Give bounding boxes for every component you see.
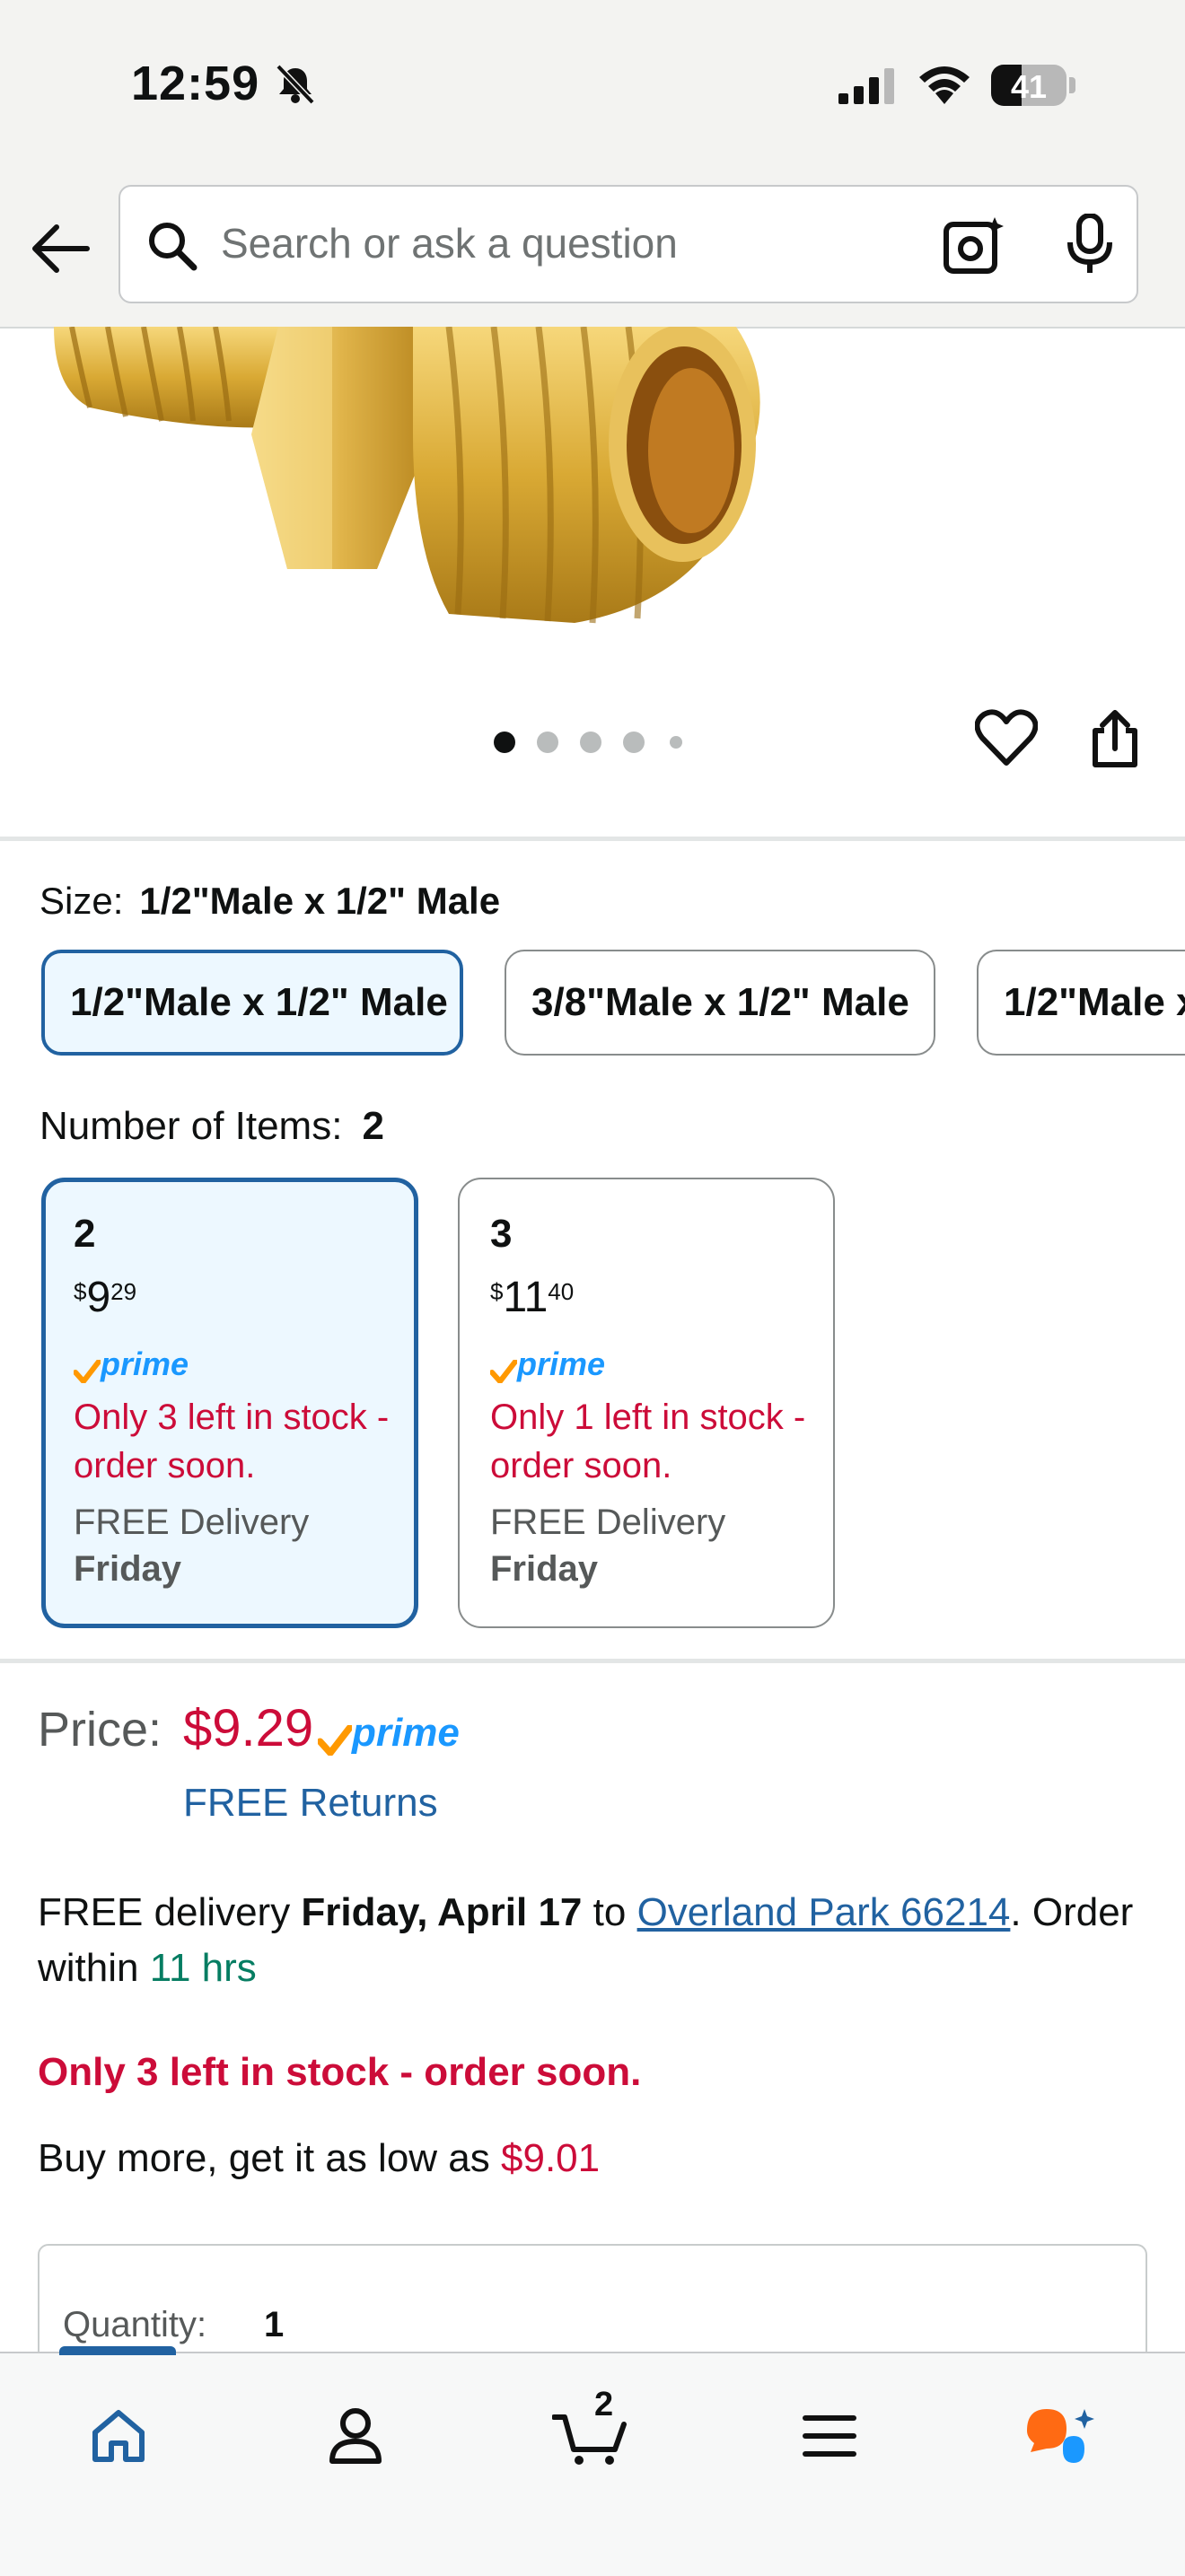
menu-icon: [803, 2415, 856, 2457]
price-label: Price:: [38, 1703, 162, 1757]
microphone-icon[interactable]: [1065, 214, 1115, 276]
cart-count-badge: 2: [594, 2386, 614, 2423]
order-time-left: 11 hrs: [149, 1946, 257, 1990]
cart-icon: [552, 2414, 627, 2465]
delivery-info: FREE delivery Friday, April 17 to Overla…: [38, 1890, 1134, 1990]
prime-check-icon: [318, 1725, 352, 1756]
back-button[interactable]: [25, 217, 93, 280]
prime-check-icon: [490, 1360, 517, 1383]
prime-badge: prime: [74, 1345, 189, 1383]
pagination-dot-2[interactable]: [537, 732, 558, 753]
pagination-dot-1[interactable]: [494, 732, 515, 753]
pagination-dot-4[interactable]: [623, 732, 645, 753]
free-returns-link[interactable]: FREE Returns: [183, 1781, 438, 1826]
delivery-date: Friday, April 17: [301, 1890, 583, 1934]
size-option-label: 1/2"Male x: [1004, 980, 1185, 1024]
nav-menu[interactable]: [785, 2391, 874, 2481]
item-price: $929: [74, 1274, 137, 1321]
search-icon: [149, 223, 198, 271]
account-icon: [329, 2408, 382, 2464]
section-divider: [0, 837, 1185, 841]
items-option-3[interactable]: 3 $1140 prime Only 1 left in stock - ord…: [458, 1178, 835, 1628]
camera-lens-icon[interactable]: [943, 215, 1005, 275]
items-option-2[interactable]: 2 $929 prime Only 3 left in stock - orde…: [41, 1178, 418, 1628]
back-arrow-icon: [32, 224, 90, 273]
buy-more-price: $9.01: [501, 2136, 601, 2180]
price-value: $9.29: [183, 1699, 314, 1757]
nav-cart[interactable]: 2: [546, 2386, 636, 2481]
buy-more-text: Buy more, get it as low as $9.01: [38, 2136, 601, 2180]
prime-badge: prime: [318, 1711, 460, 1756]
rufus-assistant-icon: [1027, 2409, 1094, 2463]
search-input[interactable]: Search or ask a question: [221, 219, 678, 267]
heart-icon[interactable]: [975, 709, 1038, 767]
bell-slash-icon: [276, 65, 315, 104]
share-icon[interactable]: [1090, 709, 1140, 768]
active-tab-indicator: [59, 2346, 176, 2355]
items-label: Number of Items:: [40, 1104, 343, 1148]
number-of-items-row: Number of Items: 2: [40, 1104, 384, 1149]
section-divider: [0, 1659, 1185, 1663]
item-count: 3: [490, 1212, 513, 1256]
size-option-3[interactable]: 1/2"Male x: [977, 950, 1185, 1056]
delivery-label: FREE Delivery: [490, 1503, 726, 1542]
item-price: $1140: [490, 1274, 575, 1321]
nav-rufus[interactable]: [1016, 2391, 1106, 2481]
delivery-location-link[interactable]: Overland Park 66214: [637, 1890, 1011, 1934]
size-option-label: 3/8"Male x 1/2" Male: [531, 980, 909, 1024]
stock-warning: Only 3 left in stock - order soon.: [74, 1398, 390, 1485]
item-count: 2: [74, 1212, 96, 1256]
quantity-label: Quantity:: [63, 2305, 207, 2344]
home-icon: [92, 2410, 145, 2462]
battery-icon: 41: [991, 65, 1075, 108]
signal-icon: [838, 68, 894, 104]
stock-warning: Only 1 left in stock - order soon.: [490, 1398, 806, 1485]
size-selected-value: 1/2"Male x 1/2" Male: [139, 880, 501, 922]
nav-home[interactable]: [74, 2391, 163, 2481]
wifi-icon: [919, 66, 970, 104]
size-option-label: 1/2"Male x 1/2" Male: [70, 980, 448, 1024]
quantity-value: 1: [264, 2305, 285, 2344]
top-bar: 12:59 41 Search or ask a question: [0, 0, 1185, 329]
pagination-dot-5[interactable]: [670, 736, 682, 749]
stock-warning: Only 3 left in stock - order soon.: [38, 2050, 642, 2094]
status-time: 12:59: [131, 57, 260, 110]
delivery-day: Friday: [490, 1549, 599, 1589]
items-selected-value: 2: [362, 1104, 384, 1148]
prime-check-icon: [74, 1360, 101, 1383]
size-selection-row: Size: 1/2"Male x 1/2" Male: [40, 880, 500, 923]
delivery-day: Friday: [74, 1549, 182, 1589]
size-option-2[interactable]: 3/8"Male x 1/2" Male: [505, 950, 935, 1056]
nav-account[interactable]: [311, 2391, 400, 2481]
pagination-dot-3[interactable]: [580, 732, 601, 753]
size-label: Size:: [40, 880, 124, 922]
prime-badge: prime: [490, 1345, 605, 1383]
bottom-navigation: 2: [0, 2346, 1185, 2576]
battery-level-text: 41: [1010, 68, 1048, 105]
product-image[interactable]: [36, 327, 772, 632]
delivery-label: FREE Delivery: [74, 1503, 310, 1542]
size-option-1[interactable]: 1/2"Male x 1/2" Male: [41, 950, 463, 1056]
search-bar[interactable]: Search or ask a question: [118, 185, 1138, 303]
